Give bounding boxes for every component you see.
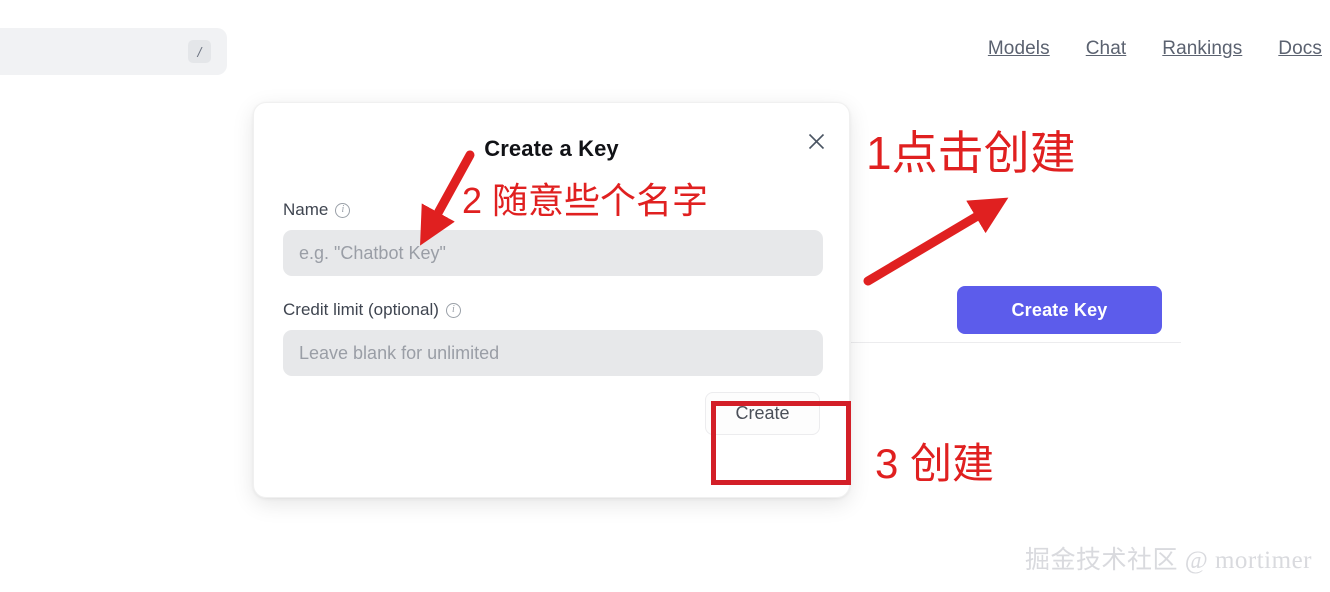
section-divider <box>851 342 1181 343</box>
modal-footer: Create <box>254 376 849 435</box>
search-input[interactable]: / <box>0 28 227 75</box>
main-navigation: Models Chat Rankings Docs <box>988 38 1330 60</box>
name-field-label: Name i <box>283 200 820 220</box>
watermark: 掘金技术社区 @ mortimer <box>1024 547 1312 574</box>
create-submit-button[interactable]: Create <box>705 392 820 435</box>
info-icon[interactable]: i <box>445 302 461 318</box>
name-input[interactable] <box>283 230 823 276</box>
close-icon[interactable] <box>803 128 829 154</box>
name-label-text: Name <box>283 200 329 219</box>
nav-item-chat[interactable]: Chat <box>1086 38 1127 60</box>
credit-limit-field-group: Credit limit (optional) i <box>254 300 849 376</box>
modal-title: Create a Key <box>484 136 619 161</box>
nav-item-docs[interactable]: Docs <box>1278 38 1322 60</box>
credit-limit-field-label: Credit limit (optional) i <box>283 300 820 320</box>
top-bar: / Models Chat Rankings Docs <box>0 0 1330 100</box>
name-field-group: Name i <box>254 200 849 276</box>
credit-limit-label-text: Credit limit (optional) <box>283 300 439 319</box>
search-shortcut-badge: / <box>188 40 211 63</box>
info-icon[interactable]: i <box>335 202 351 218</box>
nav-item-rankings[interactable]: Rankings <box>1162 38 1242 60</box>
credit-limit-input[interactable] <box>283 330 823 376</box>
create-key-button[interactable]: Create Key <box>957 286 1162 334</box>
create-key-modal: Create a Key Name i Credit limit (option… <box>253 102 850 498</box>
nav-item-models[interactable]: Models <box>988 38 1050 60</box>
